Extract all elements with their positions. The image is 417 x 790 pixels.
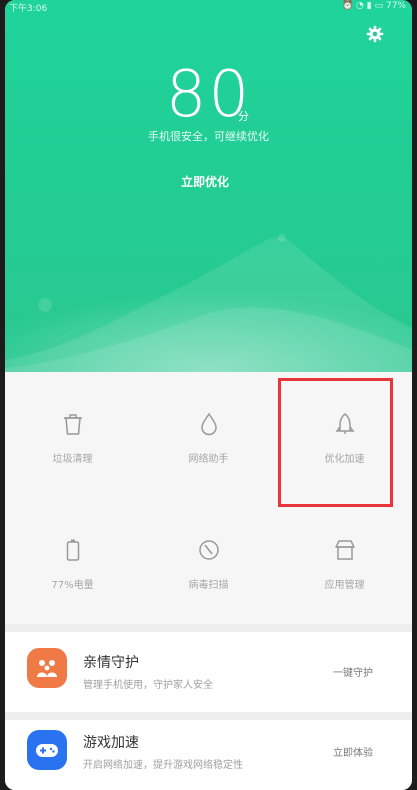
settings-button[interactable] (363, 22, 387, 46)
status-icons: ⏰ ◔ ▮ ▭ 77% (342, 1, 406, 11)
trash-icon (63, 414, 82, 435)
section-divider (5, 624, 412, 632)
tool-virus-scan[interactable]: 病毒扫描 (141, 498, 276, 618)
family-guard-card[interactable]: 亲情守护 管理手机使用，守护家人安全 一键守护 (5, 632, 412, 712)
optimize-now-button[interactable]: 立即优化 (166, 167, 244, 197)
one-click-guard-button[interactable]: 一键守护 (333, 664, 373, 679)
game-boost-card[interactable]: 游戏加速 开启网络加速，提升游戏网络稳定性 立即体验 (5, 720, 412, 790)
tool-label: 网络助手 (188, 454, 229, 465)
alarm-icon: ⏰ (341, 1, 354, 11)
highlight-box (278, 378, 393, 507)
battery-status-icon: ▭ (374, 1, 384, 11)
signal-icon: ▮ (366, 1, 372, 11)
tool-battery[interactable]: 77%电量 (5, 498, 140, 618)
mountain-decoration (5, 234, 412, 372)
score-display: 80 (5, 62, 412, 128)
card-title: 亲情守护 (83, 655, 139, 671)
card-desc: 开启网络加速，提升游戏网络稳定性 (83, 760, 243, 771)
score-hero: 下午3:06 ⏰ ◔ ▮ ▭ 77% 80 分 手机很安全，可继续优化 立即优化 (5, 0, 412, 372)
security-status-text: 手机很安全，可继续优化 (148, 130, 269, 143)
tool-junk-clean[interactable]: 垃圾清理 (5, 372, 140, 492)
tool-network-assistant[interactable]: 网络助手 (141, 372, 276, 492)
section-divider (5, 712, 412, 720)
score-unit: 分 (238, 110, 249, 123)
water-drop-icon (200, 412, 217, 436)
card-title: 游戏加速 (83, 735, 139, 751)
gamepad-icon (27, 730, 67, 770)
tool-label: 病毒扫描 (188, 580, 229, 591)
battery-percent: 77% (385, 1, 406, 11)
tool-label: 77%电量 (51, 580, 94, 591)
tool-label: 应用管理 (324, 580, 365, 591)
status-time: 下午3:06 (9, 4, 48, 14)
tool-app-manager[interactable]: 应用管理 (277, 498, 412, 618)
battery-icon (66, 539, 79, 561)
scan-icon (198, 540, 219, 560)
app-box-icon (334, 540, 355, 560)
card-desc: 管理手机使用，守护家人安全 (83, 680, 213, 691)
gear-icon (366, 25, 384, 43)
tool-label: 垃圾清理 (52, 454, 93, 465)
status-bar: 下午3:06 ⏰ ◔ ▮ ▭ 77% (5, 0, 412, 14)
try-now-button[interactable]: 立即体验 (333, 744, 373, 759)
wifi-icon: ◔ (356, 1, 364, 11)
family-icon (27, 648, 67, 688)
